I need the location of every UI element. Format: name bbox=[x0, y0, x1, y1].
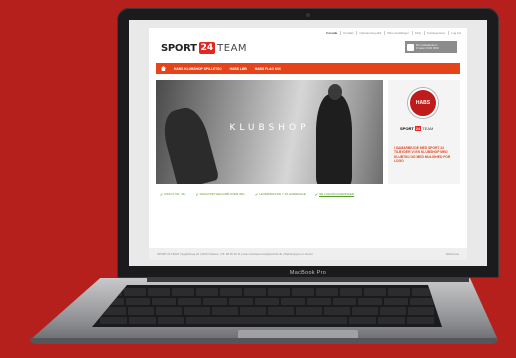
laptop-lid: Forside Kontakt Opkrævning.dkk Mine best… bbox=[117, 8, 499, 278]
camera-dot bbox=[306, 13, 310, 17]
club-badge-icon: HABS bbox=[408, 88, 438, 118]
keyboard bbox=[92, 285, 442, 327]
home-icon[interactable] bbox=[161, 66, 166, 71]
footer-credit[interactable]: Webzones bbox=[446, 252, 459, 256]
toplink-opkraevning[interactable]: Opkrævning.dkk bbox=[356, 31, 381, 35]
usp-item[interactable]: ✔ SE LOGOPLACERINGER bbox=[315, 192, 354, 197]
side-logo-24: 24 bbox=[414, 126, 422, 131]
toplink-bestillinger[interactable]: Mine bestillinger bbox=[384, 31, 409, 35]
laptop-base-edge bbox=[30, 338, 498, 344]
cart-line2: 0 varer 0,00 DKK bbox=[416, 46, 440, 50]
badge-label: HABS bbox=[415, 100, 431, 106]
cart-text: Din indkøbskurv 0 varer 0,00 DKK bbox=[416, 43, 440, 51]
hero-player-right bbox=[316, 94, 352, 184]
usp-item: ✔ FRAGT KR. 39,- bbox=[160, 192, 186, 197]
site-logo[interactable]: SPORT 24 TEAM bbox=[161, 42, 247, 54]
sidebar-logo: SPORT 24 TEAM bbox=[400, 126, 433, 131]
logo-24: 24 bbox=[198, 42, 216, 54]
nav-item-spilletoej[interactable]: HABS KLUBSHOP SPILLETØJ bbox=[174, 67, 222, 71]
check-icon: ✔ bbox=[314, 191, 319, 197]
usp-text: FRAGT KR. 39,- bbox=[164, 192, 187, 196]
cart-icon bbox=[407, 43, 414, 51]
webpage: Forside Kontakt Opkrævning.dkk Mine best… bbox=[149, 28, 467, 260]
side-logo-sport: SPORT bbox=[400, 126, 414, 131]
logo-team: TEAM bbox=[217, 42, 248, 54]
nav-item-loeb[interactable]: HABS LØB bbox=[230, 67, 247, 71]
laptop-model-label: MacBook Pro bbox=[289, 270, 327, 276]
logo-sport: SPORT bbox=[161, 42, 197, 54]
usp-text: FRAGTFRI VED KØB OVER 300,- bbox=[199, 192, 246, 196]
sidebar-partner: HABS SPORT 24 TEAM I SAMARBEJDE MED SPOR… bbox=[388, 80, 460, 184]
usp-item: ✔ LEVERINGSTID 7-10 HVERDAGE bbox=[255, 192, 306, 197]
toplink-kontakt[interactable]: Kontakt bbox=[340, 31, 353, 35]
check-icon: ✔ bbox=[160, 191, 164, 197]
site-footer: SPORT 24 TEAM | Nygårdsvej 22 | 9310 Vod… bbox=[149, 248, 467, 260]
usp-bar: ✔ FRAGT KR. 39,- ✔ FRAGTFRI VED KØB OVER 3… bbox=[156, 189, 460, 199]
main-nav: HABS KLUBSHOP SPILLETØJ HABS LØB HABS FL… bbox=[156, 63, 460, 74]
check-icon: ✔ bbox=[195, 191, 199, 197]
hero-banner[interactable]: KLUBSHOP bbox=[156, 80, 383, 184]
laptop-hinge bbox=[147, 278, 469, 282]
top-links: Forside Kontakt Opkrævning.dkk Mine best… bbox=[324, 31, 461, 35]
usp-item: ✔ FRAGTFRI VED KØB OVER 300,- bbox=[195, 192, 246, 197]
hero-player-left bbox=[158, 103, 220, 184]
cart-button[interactable]: Din indkøbskurv 0 varer 0,00 DKK bbox=[405, 41, 457, 53]
toplink-kundeservice[interactable]: Kundeservice bbox=[423, 31, 445, 35]
toplink-forside[interactable]: Forside bbox=[324, 31, 337, 35]
nav-item-flag[interactable]: HABS FLAG MIX bbox=[255, 67, 281, 71]
hero-title: KLUBSHOP bbox=[229, 123, 310, 133]
usp-link[interactable]: SE LOGOPLACERINGER bbox=[319, 192, 354, 196]
hero-player-head bbox=[328, 84, 342, 100]
footer-info: SPORT 24 TEAM | Nygårdsvej 22 | 9310 Vod… bbox=[157, 252, 313, 256]
usp-text: LEVERINGSTID 7-10 HVERDAGE bbox=[259, 192, 306, 196]
check-icon: ✔ bbox=[254, 191, 259, 197]
side-logo-team: TEAM bbox=[422, 126, 434, 131]
laptop-screen: Forside Kontakt Opkrævning.dkk Mine best… bbox=[129, 20, 487, 266]
sidebar-text: I SAMARBEJDE MED SPORT 24 TILBYDER VI EN… bbox=[394, 146, 451, 164]
toplink-faq[interactable]: FAQ bbox=[411, 31, 421, 35]
toplink-login[interactable]: Log ind bbox=[448, 31, 461, 35]
